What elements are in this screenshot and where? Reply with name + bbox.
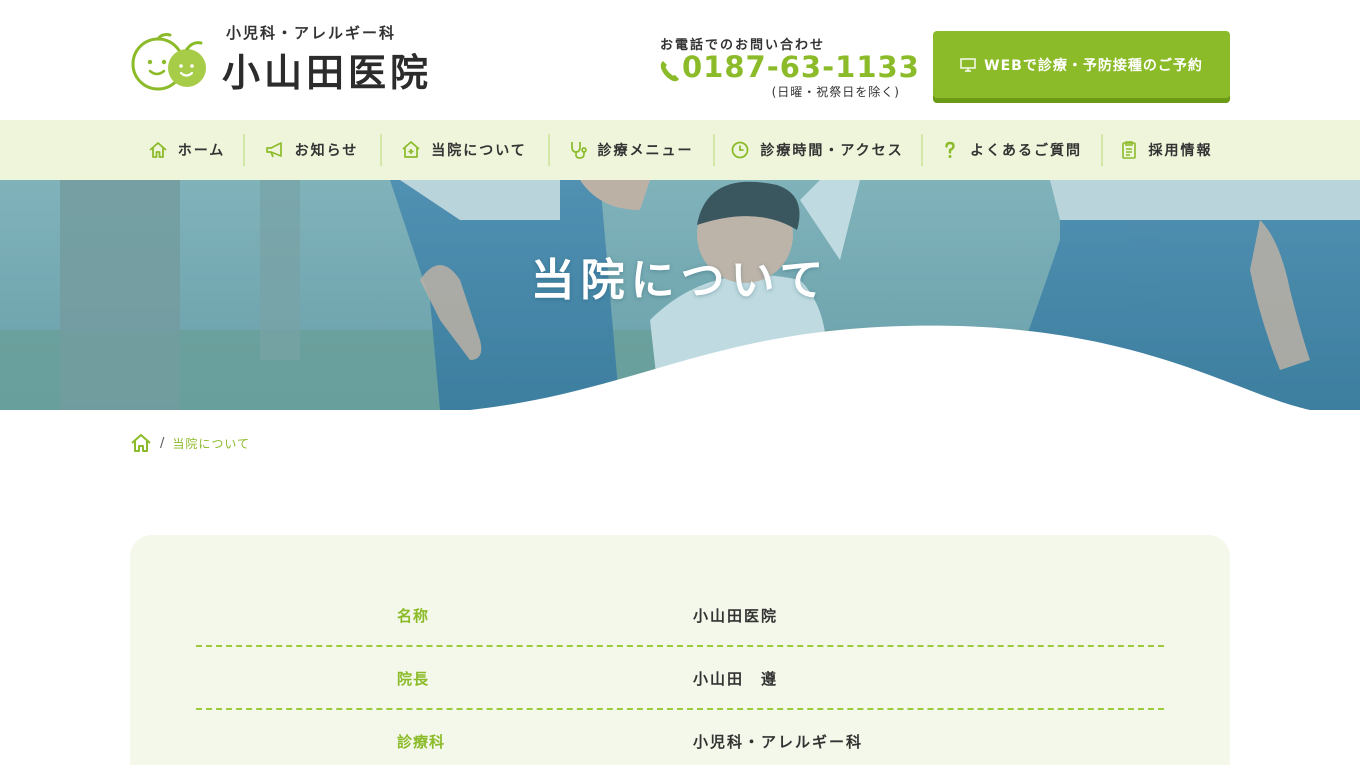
nav-item-label: よくあるご質問 (970, 143, 1082, 159)
hero-banner: 当院について (0, 180, 1360, 410)
nav-item-faq[interactable]: よくあるご質問 (921, 120, 1101, 180)
nav-item-label: 当院について (431, 143, 527, 159)
phone-icon (660, 61, 679, 82)
nav-item-about[interactable]: 当院について (380, 120, 548, 180)
clock-icon (731, 141, 749, 159)
nav-item-label: ホーム (177, 143, 226, 159)
logo-title: 小山田医院 (222, 51, 433, 95)
question-icon (945, 141, 955, 158)
phone-note: (日曜・祝祭日を除く) (771, 85, 900, 99)
nav-item-label: 採用情報 (1148, 143, 1213, 159)
row-divider (196, 645, 1164, 647)
monitor-icon (960, 57, 976, 72)
breadcrumb-separator: / (160, 435, 165, 451)
megaphone-icon (265, 142, 282, 158)
contact-block: お電話でのお問い合わせ 0187-63-1133 (日曜・祝祭日を除く) (658, 34, 919, 104)
clinic-info-card: 名称 小山田医院 院長 小山田 遵 診療科 小児科・アレルギー科 (130, 535, 1230, 765)
nav-item-home[interactable]: ホーム (130, 120, 243, 180)
home-icon[interactable] (130, 433, 152, 453)
logo-mark-icon (131, 33, 206, 91)
stethoscope-icon (570, 142, 587, 159)
nav-item-hours-access[interactable]: 診療時間・アクセス (713, 120, 921, 180)
breadcrumb-current: 当院について (172, 436, 251, 451)
site-logo[interactable]: 小児科・アレルギー科 小山田医院 (130, 22, 460, 95)
nav-item-label: 診療メニュー (597, 143, 694, 159)
site-header: 小児科・アレルギー科 小山田医院 お電話でのお問い合わせ 0187-63-113… (0, 0, 1360, 120)
logo-subtitle: 小児科・アレルギー科 (226, 24, 397, 42)
info-label: 診療科 (397, 733, 446, 751)
web-reservation-label: WEBで診療・予防接種のご予約 (984, 57, 1203, 74)
house-plus-icon (402, 141, 420, 158)
page-title: 当院について (530, 255, 830, 306)
info-label: 院長 (397, 670, 430, 688)
info-label: 名称 (397, 607, 430, 625)
row-divider (196, 708, 1164, 710)
info-row-department: 診療科 小児科・アレルギー科 (196, 711, 1164, 765)
nav-item-menu[interactable]: 診療メニュー (548, 120, 713, 180)
info-row-director: 院長 小山田 遵 (196, 648, 1164, 710)
home-icon (149, 142, 167, 158)
breadcrumb: / 当院について (130, 432, 250, 454)
nav-item-label: 診療時間・アクセス (760, 143, 904, 159)
global-nav: ホーム お知らせ 当院について 診療メニュー 診療時間・アクセス よくあるご質問… (0, 120, 1360, 180)
info-row-name: 名称 小山田医院 (196, 585, 1164, 647)
nav-item-news[interactable]: お知らせ (243, 120, 380, 180)
nav-item-label: お知らせ (294, 143, 359, 159)
web-reservation-button[interactable]: WEBで診療・予防接種のご予約 (933, 31, 1230, 98)
nav-item-recruit[interactable]: 採用情報 (1101, 120, 1230, 180)
clipboard-icon (1121, 141, 1136, 159)
phone-number[interactable]: 0187-63-1133 (682, 50, 920, 84)
info-value: 小山田医院 (693, 607, 779, 625)
info-value: 小児科・アレルギー科 (693, 733, 864, 751)
info-value: 小山田 遵 (693, 670, 779, 688)
